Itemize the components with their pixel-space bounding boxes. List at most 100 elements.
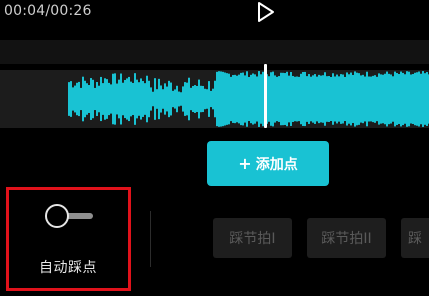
waveform-bar [386, 71, 388, 127]
waveform-bar [180, 92, 182, 106]
waveform-bar [272, 71, 274, 127]
waveform-bar [300, 73, 302, 125]
waveform-bar [124, 79, 126, 119]
waveform-bar [362, 74, 364, 124]
add-point-label: 添加点 [255, 156, 298, 173]
waveform-bar [154, 78, 156, 120]
waveform-bar [224, 72, 226, 126]
waveform-bar [332, 73, 334, 125]
time-display: 00:04/00:26 [4, 3, 92, 19]
waveform-bar [200, 85, 202, 113]
waveform-bar [326, 76, 328, 122]
waveform-bar [366, 71, 368, 127]
waveform-bar [308, 74, 310, 124]
waveform-bar [274, 75, 276, 123]
playhead[interactable] [264, 64, 267, 128]
waveform-bar [74, 85, 76, 113]
waveform-bar [396, 73, 398, 125]
waveform-bar [298, 76, 300, 122]
waveform-bar [82, 76, 84, 122]
waveform-bar [350, 72, 352, 126]
waveform-bar [158, 78, 160, 120]
waveform-bar [70, 81, 72, 117]
waveform-bar [206, 89, 208, 109]
waveform-bar [88, 85, 90, 113]
beat-option-1[interactable]: 踩节拍I [213, 218, 292, 258]
waveform-bar [276, 76, 278, 122]
waveform-bar [174, 89, 176, 109]
waveform-bar [354, 71, 356, 127]
beat-option-2[interactable]: 踩节拍II [307, 218, 386, 258]
waveform-bar [228, 73, 230, 125]
waveform-bar [346, 72, 348, 126]
play-icon [258, 2, 274, 22]
waveform-bar [390, 74, 392, 124]
audio-waveform [68, 71, 429, 127]
plus-icon: + [238, 153, 252, 173]
waveform-bar [100, 76, 102, 122]
waveform-bar [314, 74, 316, 124]
waveform-bar [166, 86, 168, 112]
waveform-bar [120, 73, 122, 125]
auto-beat-toggle[interactable] [45, 204, 97, 228]
waveform-bar [378, 73, 380, 125]
waveform-bar [230, 76, 232, 122]
waveform-bar [408, 71, 410, 127]
waveform-bar [176, 85, 178, 113]
toggle-knob [45, 204, 69, 228]
waveform-bar [236, 75, 238, 123]
waveform-bar [392, 76, 394, 122]
waveform-bar [116, 83, 118, 115]
waveform-bar [170, 82, 172, 116]
waveform-bar [196, 85, 198, 113]
waveform-bar [226, 73, 228, 125]
waveform-bar [214, 80, 216, 118]
waveform-bar [204, 88, 206, 110]
waveform-bar [232, 75, 234, 123]
waveform-bar [424, 73, 426, 125]
waveform-bar [306, 76, 308, 122]
waveform-bar [330, 76, 332, 122]
waveform-bar [210, 90, 212, 108]
waveform-bar [208, 81, 210, 117]
waveform-bar [72, 87, 74, 111]
waveform-bar [136, 79, 138, 119]
waveform-bar [146, 75, 148, 123]
play-button[interactable] [255, 1, 277, 23]
waveform-bar [394, 71, 396, 127]
waveform-bar [144, 83, 146, 115]
waveform-bar [96, 82, 98, 116]
waveform-bar [242, 72, 244, 126]
waveform-bar [98, 85, 100, 113]
waveform-bar [172, 90, 174, 108]
waveform-bar [404, 74, 406, 124]
waveform-bar [278, 76, 280, 122]
waveform-bar [380, 74, 382, 124]
waveform-bar [402, 72, 404, 126]
waveform-bar [284, 73, 286, 125]
waveform-bar [256, 76, 258, 122]
waveform-bar [184, 82, 186, 116]
waveform-bar [420, 73, 422, 125]
waveform-bar [328, 76, 330, 122]
add-point-button[interactable]: + 添加点 [207, 141, 329, 186]
waveform-bar [130, 81, 132, 117]
waveform-bar [426, 72, 428, 126]
waveform-bar [216, 71, 218, 127]
waveform-bar [372, 75, 374, 123]
vertical-divider [150, 211, 151, 267]
waveform-bar [246, 71, 248, 127]
waveform-bar [360, 75, 362, 123]
waveform-bar [292, 75, 294, 123]
waveform-bar [312, 75, 314, 123]
waveform-bar [342, 74, 344, 124]
waveform-bar [110, 84, 112, 114]
waveform-bar [222, 71, 224, 127]
waveform-bar [238, 74, 240, 124]
waveform-bar [348, 74, 350, 124]
waveform-bar [338, 76, 340, 122]
waveform-bar [122, 82, 124, 116]
waveform-bar [234, 74, 236, 124]
beat-option-3[interactable]: 踩 [401, 218, 429, 258]
waveform-bar [92, 79, 94, 119]
